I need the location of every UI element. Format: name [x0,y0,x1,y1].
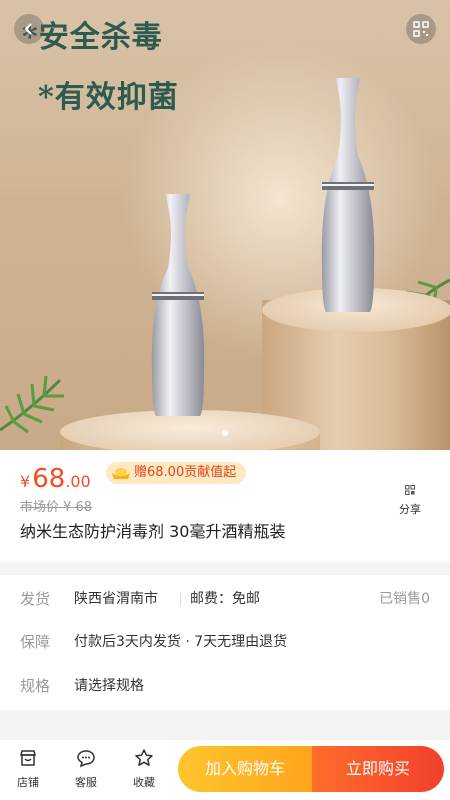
share-label: 分享 [399,503,421,516]
star-icon [135,749,153,766]
product-title: 纳米生态防护消毒剂 30毫升酒精瓶装 [20,522,286,541]
section-gap [0,720,450,730]
market-price: 市场价 ¥ 68 [20,500,93,515]
store-label: 店铺 [17,776,39,789]
divider [180,592,181,606]
ship-from-value: 陕西省渭南市 [74,591,158,607]
price-section: ¥ 68 .00 赠68.00贡献值起 市场价 ¥ 68 分享 纳米生态防护消毒… [0,450,450,562]
carousel-indicator [0,430,450,436]
bottle-large [321,78,375,312]
shipping-row: 发货 陕西省渭南市 邮费：免邮 已销售0 [0,579,450,619]
spec-row[interactable]: 规格 请选择规格 [0,666,450,706]
tagline-2: *有效抑菌 [38,80,179,115]
qr-code-icon [413,21,429,37]
customer-service-button[interactable]: 客服 [66,748,106,790]
bottle-small [151,194,205,416]
store-button[interactable]: 店铺 [8,748,48,790]
contribution-bonus-badge: 赠68.00贡献值起 [106,462,247,484]
shipping-label: 发货 [20,590,51,608]
back-button[interactable] [14,14,44,44]
qr-code-button[interactable] [406,14,436,44]
carousel-dot-active[interactable] [222,430,228,436]
palm-leaves-left [0,375,64,434]
favorite-button[interactable]: 收藏 [124,748,164,790]
bonus-text: 赠68.00贡献值起 [134,465,237,480]
spec-label: 规格 [20,677,51,695]
currency-symbol: ¥ [20,472,31,491]
sale-price: ¥ 68 .00 [20,464,91,494]
favorite-label: 收藏 [133,776,155,789]
sold-count: 已销售0 [379,591,430,607]
buy-now-button[interactable]: 立即购买 [312,746,444,792]
service-label: 客服 [75,776,97,789]
gold-ingot-icon [112,468,130,479]
guarantee-row[interactable]: 保障 付款后3天内发货 · 7天无理由退货 [0,622,450,662]
share-button[interactable]: 分享 [390,480,430,517]
bottom-action-bar: 店铺 客服 收藏 加入购物车 立即购买 [0,740,450,800]
share-icon [405,485,415,495]
product-image-carousel[interactable]: *安全杀毒 *有效抑菌 [0,0,450,450]
price-integer: 68 [32,464,66,494]
product-info-section: 发货 陕西省渭南市 邮费：免邮 已销售0 保障 付款后3天内发货 · 7天无理由… [0,575,450,710]
chat-icon [77,750,95,768]
store-icon [20,750,36,766]
postage-value: 邮费：免邮 [190,591,260,607]
guarantee-value: 付款后3天内发货 · 7天无理由退货 [74,634,288,650]
price-decimal: .00 [65,472,91,491]
chevron-left-icon [24,23,32,35]
add-to-cart-button[interactable]: 加入购物车 [178,746,312,792]
guarantee-label: 保障 [20,633,51,651]
spec-value: 请选择规格 [74,678,144,694]
